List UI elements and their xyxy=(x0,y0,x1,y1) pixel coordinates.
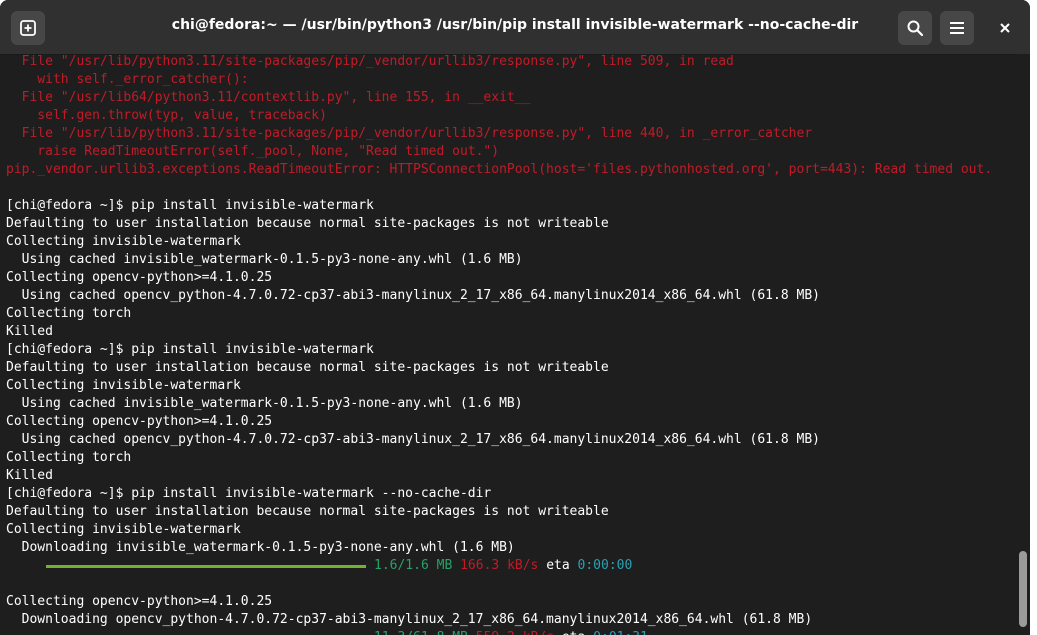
progress-size: 11.3/61.8 MB xyxy=(374,630,468,635)
new-tab-button[interactable] xyxy=(11,11,45,45)
terminal-line: Using cached invisible_watermark-0.1.5-p… xyxy=(6,396,523,411)
terminal-line: Collecting invisible-watermark xyxy=(6,522,241,537)
terminal-line: Using cached invisible_watermark-0.1.5-p… xyxy=(6,252,523,267)
terminal-line: Killed xyxy=(6,468,53,483)
progress-stats: 1.6/1.6 MB 166.3 kB/s eta 0:00:00 xyxy=(374,557,632,575)
terminal-line: pip._vendor.urllib3.exceptions.ReadTimeo… xyxy=(6,162,993,177)
close-icon xyxy=(1000,23,1010,33)
new-tab-icon xyxy=(20,20,36,36)
search-button[interactable] xyxy=(898,11,932,45)
terminal-line: Using cached opencv_python-4.7.0.72-cp37… xyxy=(6,288,820,303)
progress-speed: 559.2 kB/s xyxy=(476,630,554,635)
terminal-line: File "/usr/lib64/python3.11/contextlib.p… xyxy=(6,90,531,105)
terminal-line: Collecting torch xyxy=(6,306,132,321)
terminal-line: Killed xyxy=(6,324,53,339)
terminal-output[interactable]: File "/usr/lib/python3.11/site-packages/… xyxy=(0,54,1016,635)
menu-button[interactable] xyxy=(940,11,974,45)
terminal-line: with self._error_catcher(): xyxy=(6,72,249,87)
progress-eta-label: eta xyxy=(562,630,585,635)
terminal-line: Collecting invisible-watermark xyxy=(6,234,241,249)
terminal-window: chi@fedora:~ — /usr/bin/python3 /usr/bin… xyxy=(0,0,1030,635)
terminal-line: Defaulting to user installation because … xyxy=(6,216,609,231)
window-title: chi@fedora:~ — /usr/bin/python3 /usr/bin… xyxy=(171,17,859,33)
progress-eta-label: eta xyxy=(546,558,570,573)
terminal-line: [chi@fedora ~]$ pip install invisible-wa… xyxy=(6,486,492,501)
terminal-line: File "/usr/lib/python3.11/site-packages/… xyxy=(6,126,813,141)
title-bar: chi@fedora:~ — /usr/bin/python3 /usr/bin… xyxy=(0,0,1030,55)
close-button[interactable] xyxy=(988,11,1022,45)
hamburger-menu-icon xyxy=(950,22,964,34)
terminal-line: Collecting invisible-watermark xyxy=(6,378,241,393)
search-icon xyxy=(907,20,924,37)
progress-eta: 0:01:31 xyxy=(593,630,648,635)
progress-bar-fill xyxy=(46,565,366,568)
terminal-line: raise ReadTimeoutError(self._pool, None,… xyxy=(6,144,500,159)
progress-stats: 11.3/61.8 MB 559.2 kB/s eta 0:01:31 xyxy=(374,629,648,635)
terminal-line: [chi@fedora ~]$ pip install invisible-wa… xyxy=(6,342,374,357)
progress-size: 1.6/1.6 MB xyxy=(374,558,453,573)
terminal-line: Collecting torch xyxy=(6,450,132,465)
terminal-line: [chi@fedora ~]$ pip install invisible-wa… xyxy=(6,198,374,213)
terminal-line: File "/usr/lib/python3.11/site-packages/… xyxy=(6,54,734,69)
terminal-line: Collecting opencv-python>=4.1.0.25 xyxy=(6,594,273,609)
scrollbar-thumb[interactable] xyxy=(1019,551,1027,627)
terminal-line: Using cached opencv_python-4.7.0.72-cp37… xyxy=(6,432,820,447)
progress-eta: 0:00:00 xyxy=(577,558,633,573)
terminal-line: Defaulting to user installation because … xyxy=(6,504,609,519)
terminal-line: Downloading opencv_python-4.7.0.72-cp37-… xyxy=(6,612,813,627)
terminal-line: Collecting opencv-python>=4.1.0.25 xyxy=(6,414,273,429)
terminal-line: Defaulting to user installation because … xyxy=(6,360,609,375)
terminal-line: self.gen.throw(typ, value, traceback) xyxy=(6,108,327,123)
scrollbar-track[interactable] xyxy=(1016,54,1030,635)
terminal-line: Collecting opencv-python>=4.1.0.25 xyxy=(6,270,273,285)
progress-speed: 166.3 kB/s xyxy=(460,558,539,573)
terminal-line: Downloading invisible_watermark-0.1.5-py… xyxy=(6,540,515,555)
